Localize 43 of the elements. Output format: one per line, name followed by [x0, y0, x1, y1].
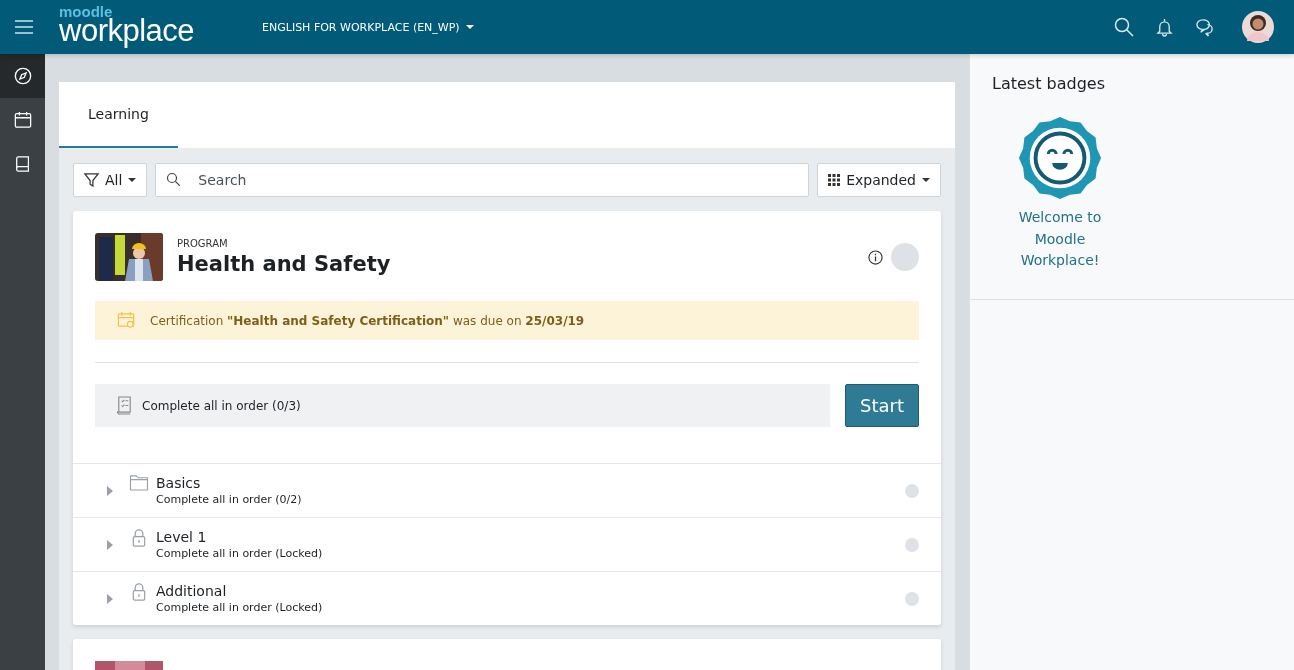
caret-icon: [128, 178, 137, 182]
expand-icon[interactable]: [107, 485, 113, 496]
block-title: Latest badges: [992, 74, 1106, 93]
smiley-badge-icon[interactable]: [1017, 115, 1103, 201]
compass-icon: [13, 67, 32, 85]
search-field[interactable]: Search: [155, 163, 810, 197]
program-title[interactable]: Health and Safety: [177, 252, 391, 276]
filter-dropdown[interactable]: All: [73, 163, 148, 197]
search-icon[interactable]: [1114, 17, 1134, 37]
course-menu[interactable]: ENGLISH FOR WORKPLACE (EN_WP): [262, 20, 474, 34]
avatar[interactable]: [1242, 11, 1274, 43]
info-icon[interactable]: [868, 249, 883, 265]
book-icon: [13, 155, 32, 173]
program-type-label: PROGRAM: [177, 238, 229, 249]
progress-circle: [905, 591, 919, 606]
progress-circle: [891, 243, 919, 271]
expand-icon[interactable]: [107, 593, 113, 604]
view-dropdown[interactable]: Expanded: [817, 163, 941, 197]
menu-icon[interactable]: [15, 20, 33, 34]
chat-icon[interactable]: [1195, 17, 1216, 37]
course-set-status: Complete all in order (0/2): [156, 493, 302, 506]
bell-icon[interactable]: [1156, 17, 1173, 37]
grid-icon: [828, 174, 841, 186]
completion-text: Complete all in order (0/3): [142, 398, 301, 413]
nav-item[interactable]: [0, 54, 45, 98]
filter-icon: [84, 172, 99, 188]
calendar-icon: [13, 111, 32, 129]
course-set-title[interactable]: Level 1: [156, 529, 323, 545]
course-set-title[interactable]: Additional: [156, 583, 323, 599]
certificate-icon: [117, 311, 136, 330]
course-set-status: Complete all in order (Locked): [156, 547, 323, 560]
badge-name[interactable]: Welcome to Moodle Workplace!: [1012, 207, 1108, 273]
course-set-status: Complete all in order (Locked): [156, 601, 323, 614]
certification-message: Certification "Health and Safety Certification" was due on 25/03/19: [150, 313, 585, 328]
checklist-icon: [115, 396, 134, 415]
caret-icon: [922, 178, 930, 182]
start-button[interactable]: Start: [845, 384, 919, 427]
expand-icon[interactable]: [107, 539, 113, 550]
folder-icon: [129, 474, 149, 491]
progress-circle: [905, 483, 919, 498]
caret-icon: [465, 25, 474, 29]
course-set-title[interactable]: Basics: [156, 475, 302, 491]
progress-circle: [905, 537, 919, 552]
